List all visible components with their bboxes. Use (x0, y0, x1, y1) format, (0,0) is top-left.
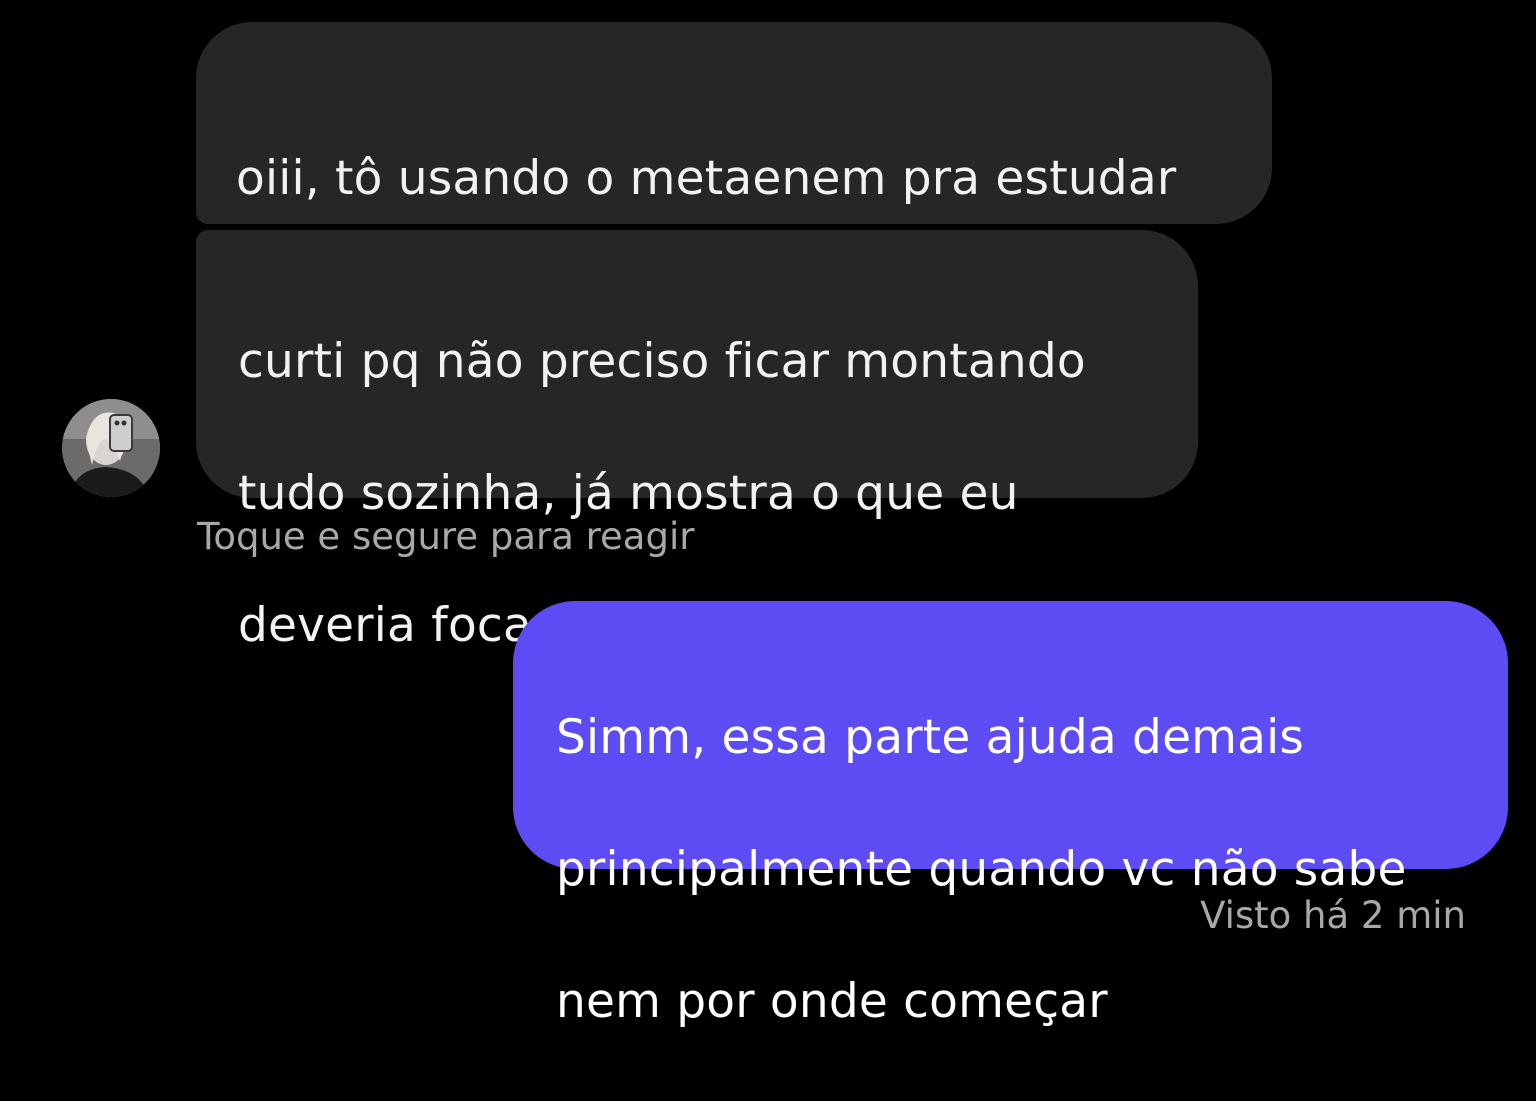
incoming-message[interactable]: curti pq não preciso ficar montando tudo… (196, 230, 1198, 653)
message-line: oiii, tô usando o metaenem pra estudar (236, 151, 1177, 206)
message-line: curti pq não preciso ficar montando (238, 334, 1086, 389)
incoming-message[interactable]: oiii, tô usando o metaenem pra estudar a… (196, 22, 1272, 338)
contact-avatar[interactable] (62, 399, 160, 497)
message-line: nem por onde começar (556, 974, 1108, 1029)
reaction-hint: Toque e segure para reagir (197, 515, 695, 558)
outgoing-message[interactable]: Simm, essa parte ajuda demais principalm… (513, 601, 1508, 1029)
seen-status: Visto há 2 min (1200, 894, 1466, 937)
message-line: Simm, essa parte ajuda demais (556, 710, 1305, 765)
profile-photo-avatar-icon (62, 399, 160, 497)
chat-thread: oiii, tô usando o metaenem pra estudar a… (0, 0, 1536, 1029)
